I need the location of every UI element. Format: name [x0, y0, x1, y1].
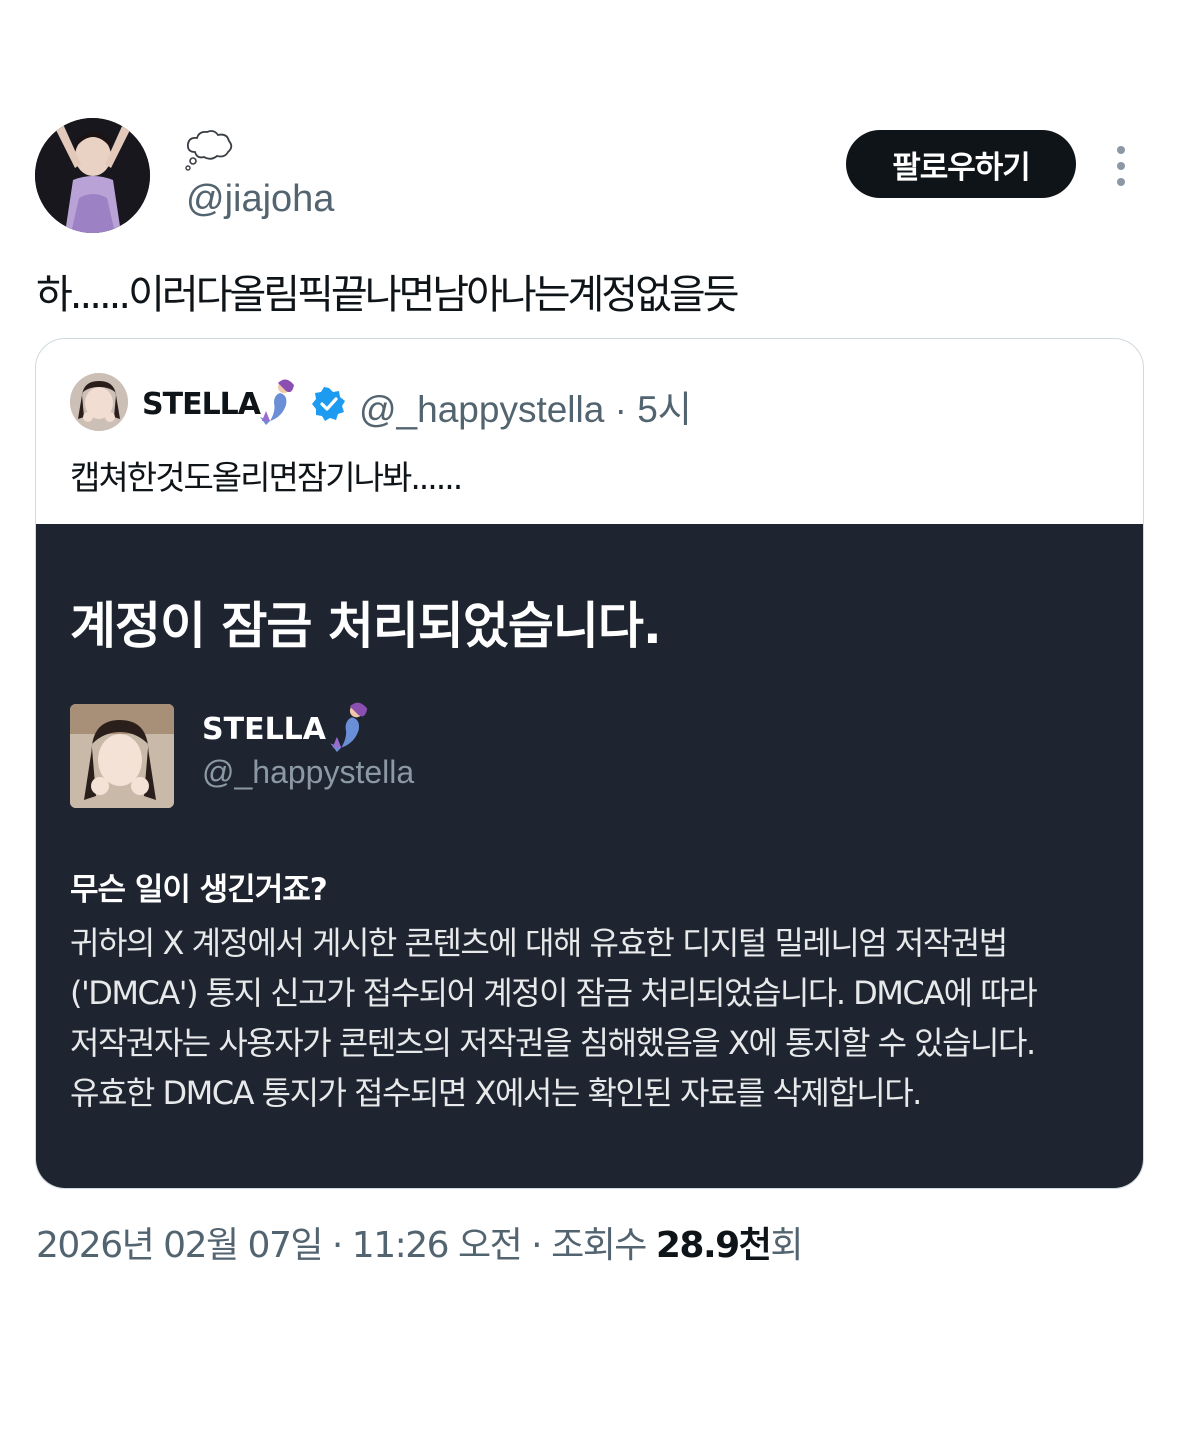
- locked-account-avatar: [70, 704, 174, 808]
- author-avatar[interactable]: [35, 118, 150, 233]
- quoted-author-avatar[interactable]: [70, 373, 128, 431]
- mermaid-icon: [326, 700, 376, 752]
- quoted-tweet-text: 캡쳐한것도올리면잠기나봐......: [70, 458, 463, 497]
- attached-image[interactable]: 계정이 잠금 처리되었습니다. STELLA @_happystella 무슨 …: [36, 524, 1143, 1188]
- mermaid-icon: [256, 377, 302, 425]
- locked-account-handle: @_happystella: [202, 754, 415, 790]
- tweet-text: 하......이러다올림픽끝나면남아나는계정없을듯: [36, 272, 739, 318]
- locked-account-question: 무슨 일이 생긴거죠?: [70, 872, 328, 908]
- quoted-author-handle-time[interactable]: @_happystella · 5시: [359, 379, 692, 433]
- quoted-author-handle[interactable]: @_happystella: [359, 389, 604, 430]
- locked-account-body: 귀하의 X 계정에서 게시한 콘텐츠에 대해 유효한 디지털 밀레니엄 저작권법…: [70, 924, 1038, 1112]
- view-count-suffix: 회: [770, 1225, 803, 1266]
- verified-badge-icon: [312, 387, 346, 421]
- quoted-tweet-card[interactable]: STELLA @_happystella · 5시 캡쳐한것도올리면잠기나봐..…: [35, 338, 1144, 1189]
- view-count[interactable]: 28.9천: [656, 1225, 772, 1266]
- quoted-author-name[interactable]: STELLA: [142, 387, 261, 422]
- more-options-icon[interactable]: [1108, 146, 1134, 186]
- author-handle[interactable]: @jiajoha: [186, 178, 334, 221]
- locked-account-title: 계정이 잠금 처리되었습니다.: [70, 597, 662, 655]
- locked-account-name: STELLA: [202, 712, 327, 747]
- follow-button[interactable]: 팔로우하기: [846, 130, 1076, 198]
- tweet-meta: 2026년 02월 07일 · 11:26 오전 · 조회수 28.9천회: [36, 1216, 803, 1268]
- thought-balloon-icon: [183, 128, 235, 172]
- quoted-tweet-time: · 5시: [614, 389, 692, 430]
- tweet-datetime: 2026년 02월 07일 · 11:26 오전 · 조회수: [36, 1225, 656, 1266]
